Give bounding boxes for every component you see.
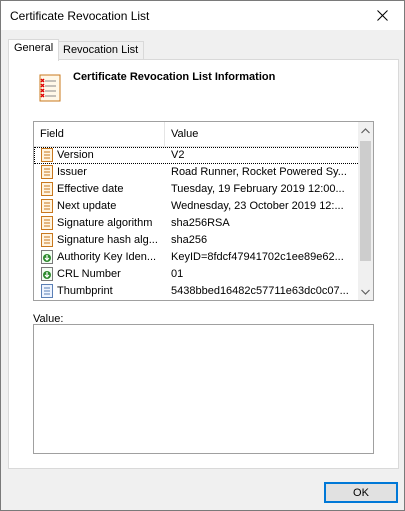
vertical-scrollbar[interactable] [358, 122, 373, 300]
field-name: Effective date [57, 183, 124, 195]
general-panel: Certificate Revocation List Information … [8, 59, 399, 469]
thumbprint-icon [40, 284, 54, 298]
field-row[interactable]: CRL Number 01 [34, 266, 360, 283]
field-name: Next update [57, 200, 117, 212]
field-row[interactable]: Signature algorithm sha256RSA [34, 215, 360, 232]
document-icon [40, 233, 54, 247]
field-list-header: Field Value [34, 122, 360, 147]
crl-document-icon [39, 74, 61, 102]
field-row[interactable]: Version V2 [34, 147, 360, 164]
field-list[interactable]: Field Value Version V2 Issuer Road Runner, … [33, 121, 374, 301]
field-row[interactable]: Authority Key Iden... KeyID=8fdcf47941702… [34, 249, 360, 266]
close-button[interactable] [360, 1, 404, 30]
field-value: V2 [171, 149, 185, 161]
field-value: KeyID=8fdcf47941702c1ee89e62... [171, 251, 344, 263]
title-bar: Certificate Revocation List [1, 1, 404, 30]
tab-general[interactable]: General [8, 39, 60, 61]
tab-general-label: General [14, 42, 54, 54]
field-row[interactable]: Signature hash alg... sha256 [34, 232, 360, 249]
column-header-field[interactable]: Field [34, 122, 165, 147]
field-name: Version [57, 149, 94, 161]
field-name: Thumbprint [57, 285, 113, 297]
extension-icon [40, 250, 54, 264]
tab-revocation-list[interactable]: Revocation List [57, 41, 145, 60]
field-row[interactable]: Next update Wednesday, 23 October 2019 12… [34, 198, 360, 215]
scroll-down-button[interactable] [358, 283, 373, 300]
ok-button[interactable]: OK [324, 482, 398, 503]
document-icon [40, 148, 54, 162]
document-icon [40, 165, 54, 179]
field-row[interactable]: Thumbprint 5438bbed16482c57711e63dc0c07..… [34, 283, 360, 300]
field-value: 01 [171, 268, 184, 280]
column-header-value[interactable]: Value [165, 122, 360, 147]
field-value: sha256 [171, 234, 208, 246]
value-detail-box[interactable] [33, 324, 374, 454]
close-icon [376, 10, 388, 21]
chevron-up-icon [361, 127, 370, 133]
page-title: Certificate Revocation List Information [73, 71, 276, 83]
field-value: 5438bbed16482c57711e63dc0c07... [171, 285, 349, 297]
field-name: Signature hash alg... [57, 234, 158, 246]
field-rows: Version V2 Issuer Road Runner, Rocket Power… [34, 147, 360, 300]
document-icon [40, 182, 54, 196]
field-name: Authority Key Iden... [57, 251, 157, 263]
field-name: CRL Number [57, 268, 121, 280]
scroll-up-button[interactable] [358, 122, 373, 139]
extension-icon [40, 267, 54, 281]
field-value: Wednesday, 23 October 2019 12:... [171, 200, 344, 212]
document-icon [40, 216, 54, 230]
document-icon [40, 199, 54, 213]
field-name: Signature algorithm [57, 217, 153, 229]
field-row[interactable]: Issuer Road Runner, Rocket Powered Sy... [34, 164, 360, 181]
field-value: Tuesday, 19 February 2019 12:00... [171, 183, 345, 195]
crl-dialog: Certificate Revocation List General Revo… [0, 0, 405, 511]
field-value: sha256RSA [171, 217, 230, 229]
chevron-down-icon [361, 289, 370, 295]
tab-revocation-list-label: Revocation List [63, 44, 139, 56]
window-title: Certificate Revocation List [10, 9, 150, 23]
field-value: Road Runner, Rocket Powered Sy... [171, 166, 347, 178]
tab-strip: General Revocation List [8, 39, 398, 61]
field-name: Issuer [57, 166, 87, 178]
field-row[interactable]: Effective date Tuesday, 19 February 2019 … [34, 181, 360, 198]
scroll-thumb[interactable] [360, 141, 371, 261]
